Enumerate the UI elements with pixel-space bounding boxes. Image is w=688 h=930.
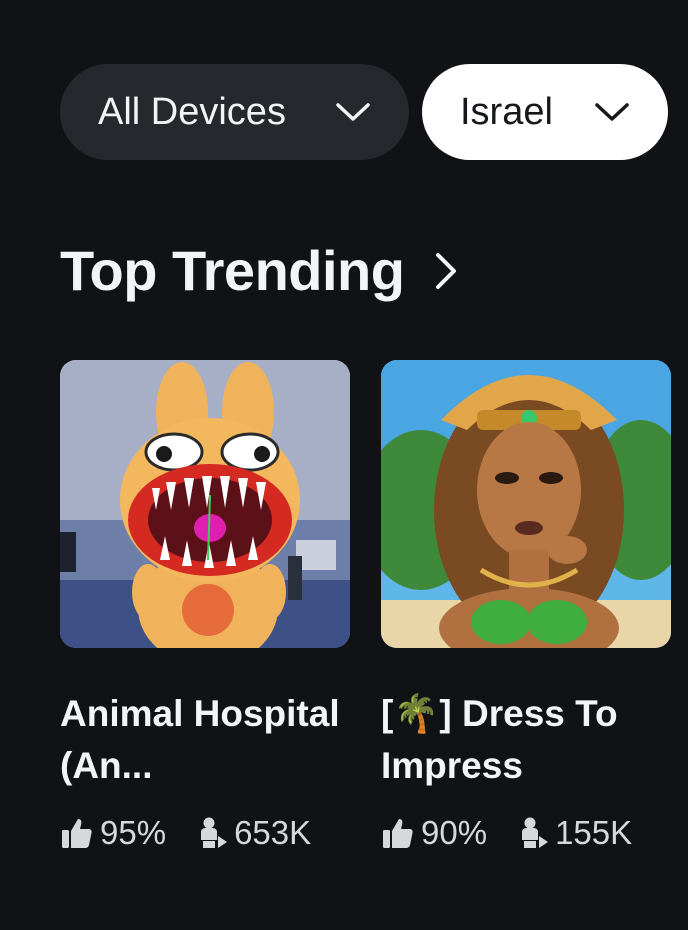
chevron-right-icon [436,252,457,289]
game-thumbnail[interactable] [381,360,671,648]
top-trending-header[interactable]: Top Trending [60,238,460,303]
game-stats: 95% 653K [60,814,350,852]
thumbs-up-icon [383,819,413,848]
players-value: 155K [555,814,633,851]
dress-to-impress-thumbnail-image [381,360,671,648]
thumbs-up-icon [62,819,92,848]
filter-bar: All Devices Israel [60,64,668,160]
players-value: 653K [234,814,312,851]
game-stats: 90% 155K [381,814,671,852]
players-stat: 653K [194,814,311,852]
game-card[interactable]: [🌴] Dress To Impress 90% 155K [381,360,671,852]
animal-hospital-thumbnail-image [60,360,350,648]
players-icon [201,817,228,848]
game-thumbnail[interactable] [60,360,350,648]
game-title[interactable]: [🌴] Dress To Impress [381,688,671,792]
players-icon [522,817,549,848]
rating-value: 95% [100,814,167,851]
game-card[interactable]: Animal Hospital (An... 95% 653K [60,360,350,852]
rating-stat: 95% [60,814,166,852]
chevron-down-icon [336,103,370,121]
rating-value: 90% [421,814,488,851]
device-filter-label: All Devices [98,90,286,133]
country-filter-dropdown[interactable]: Israel [422,64,668,160]
game-title[interactable]: Animal Hospital (An... [60,688,350,792]
players-stat: 155K [515,814,632,852]
rating-stat: 90% [381,814,487,852]
chevron-down-icon [595,103,629,121]
country-filter-label: Israel [460,90,553,133]
section-title: Top Trending [60,239,405,302]
device-filter-dropdown[interactable]: All Devices [60,64,409,160]
